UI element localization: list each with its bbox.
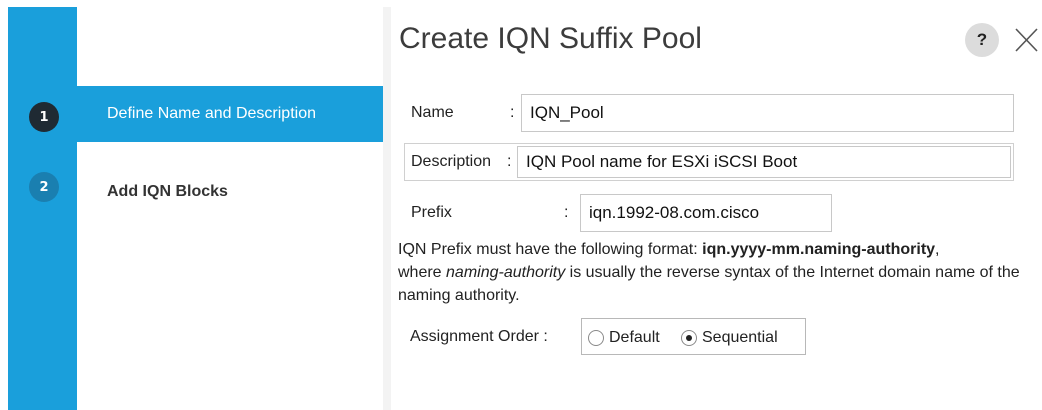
close-icon[interactable] xyxy=(1011,25,1041,55)
help-text-format: iqn.yyyy-mm.naming-authority xyxy=(702,241,936,258)
wizard-step-list: Define Name and Description Add IQN Bloc… xyxy=(77,7,383,410)
name-label: Name xyxy=(411,104,454,121)
assignment-order-default-option[interactable]: Default xyxy=(588,328,660,348)
assignment-order-sequential-option[interactable]: Sequential xyxy=(681,328,778,348)
radio-unchecked-icon[interactable] xyxy=(588,330,604,346)
step-number-badge: 2 xyxy=(29,172,59,202)
wizard-step-add-iqn-blocks[interactable]: Add IQN Blocks xyxy=(77,173,383,229)
help-text-naming-authority: naming-authority xyxy=(446,264,566,281)
radio-checked-icon[interactable] xyxy=(681,330,697,346)
assignment-order-label: Assignment Order : xyxy=(410,328,548,345)
assignment-order-radio-group: Default Sequential xyxy=(581,318,806,355)
prefix-colon: : xyxy=(564,204,569,221)
help-text-where: where xyxy=(398,264,447,281)
help-text-intro: IQN Prefix must have the following forma… xyxy=(398,241,703,258)
radio-label-default: Default xyxy=(609,329,660,346)
dialog-title: Create IQN Suffix Pool xyxy=(399,22,702,55)
radio-label-sequential: Sequential xyxy=(702,329,778,346)
wizard-accent-strip xyxy=(8,7,77,410)
wizard-step-label: Define Name and Description xyxy=(107,105,316,122)
prefix-format-help: IQN Prefix must have the following forma… xyxy=(398,238,1034,307)
prefix-label: Prefix xyxy=(411,204,452,221)
prefix-input[interactable] xyxy=(580,194,832,232)
name-colon: : xyxy=(510,104,515,121)
description-colon: : xyxy=(507,153,512,170)
description-label: Description xyxy=(411,153,492,170)
panel-divider xyxy=(383,7,391,410)
help-icon[interactable]: ? xyxy=(965,23,999,57)
step-number-badge: 1 xyxy=(29,102,59,132)
description-input[interactable] xyxy=(517,146,1011,178)
wizard-step-define-name[interactable]: Define Name and Description xyxy=(77,86,383,142)
help-text-comma: , xyxy=(935,241,940,258)
wizard-step-label: Add IQN Blocks xyxy=(107,183,228,200)
name-input[interactable] xyxy=(521,94,1014,132)
